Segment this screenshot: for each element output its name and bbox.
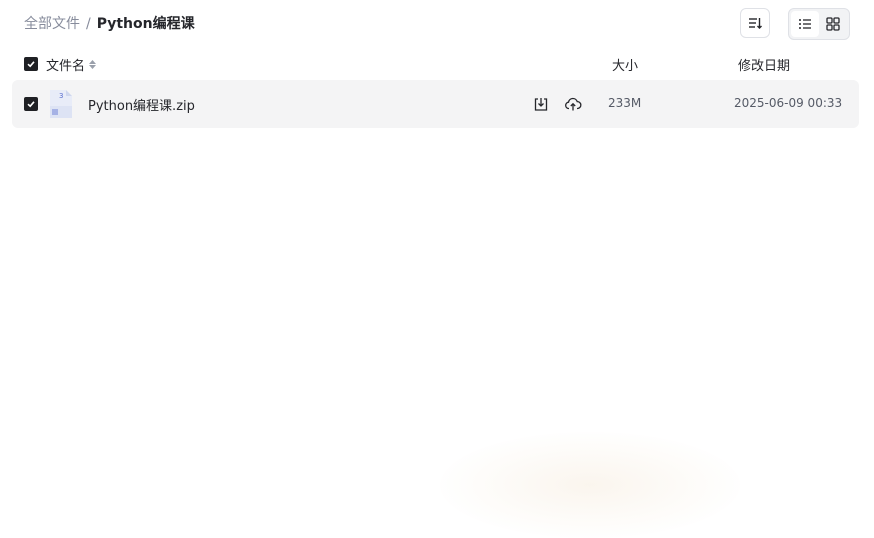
breadcrumb-current-folder: Python编程课	[96, 16, 195, 32]
view-mode-switch	[788, 8, 850, 40]
file-modified-date: 2025-06-09 00:33	[734, 96, 843, 110]
top-bar: 全部文件 / Python编程课	[0, 0, 874, 48]
column-header-name-label: 文件名	[46, 59, 86, 74]
file-name[interactable]: Python编程课.zip	[88, 95, 195, 114]
breadcrumb: 全部文件 / Python编程课	[24, 14, 195, 34]
download-icon	[534, 98, 548, 111]
checkmark-icon	[27, 61, 35, 68]
file-size: 233M	[608, 96, 642, 110]
svg-text:3: 3	[59, 92, 63, 100]
grid-view-button[interactable]	[819, 11, 847, 37]
background-glow	[440, 432, 740, 538]
column-header-date[interactable]: 修改日期	[738, 55, 790, 74]
file-row[interactable]: 3 Python编程课.zip 233M 2025-06-09 00:33	[12, 80, 859, 128]
zip-file-icon: 3	[50, 90, 72, 118]
breadcrumb-root-link[interactable]: 全部文件	[24, 14, 80, 34]
list-view-icon	[799, 19, 811, 29]
column-header-name[interactable]: 文件名	[46, 55, 97, 74]
cloud-upload-icon	[565, 97, 582, 111]
column-header-size[interactable]: 大小	[612, 55, 638, 74]
download-button[interactable]	[531, 94, 551, 114]
list-view-button[interactable]	[791, 11, 819, 37]
file-list-header: 文件名 大小 修改日期	[0, 52, 874, 76]
select-all-checkbox[interactable]	[24, 57, 38, 71]
sort-icon	[749, 18, 762, 29]
save-to-cloud-button[interactable]	[563, 94, 583, 114]
sort-button[interactable]	[740, 8, 770, 38]
file-row-checkbox[interactable]	[24, 97, 38, 111]
breadcrumb-separator: /	[86, 16, 91, 32]
sort-caret-icon	[89, 60, 97, 69]
grid-view-icon	[826, 17, 840, 31]
checkmark-icon	[27, 101, 35, 108]
